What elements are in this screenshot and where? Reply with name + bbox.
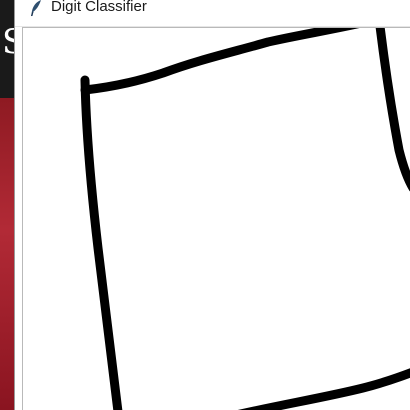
drawing-surface[interactable]	[23, 28, 410, 410]
drawing-canvas[interactable]	[22, 27, 410, 410]
drawn-stroke-bottom	[237, 368, 410, 410]
window-title: Digit Classifier	[51, 0, 147, 15]
screen: S Digit Classifier	[0, 0, 410, 410]
drawn-stroke-right	[375, 28, 410, 192]
digit-classifier-window: Digit Classifier	[14, 0, 410, 410]
drawn-stroke-top	[80, 28, 360, 95]
feather-icon	[29, 0, 43, 17]
title-bar[interactable]: Digit Classifier	[15, 0, 410, 27]
drawn-stroke-left	[80, 75, 123, 410]
